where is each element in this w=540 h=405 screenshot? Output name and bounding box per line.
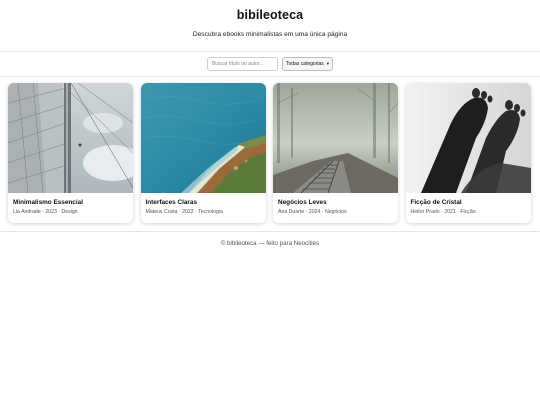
footer-text: © bibileoteca — feito para Neocities bbox=[220, 240, 320, 247]
book-grid: Minimalismo Essencial Lia Andrade · 2023… bbox=[8, 83, 532, 223]
category-select[interactable]: Todas categorias ▾ bbox=[281, 57, 334, 71]
book-meta: Heitor Prado · 2021 · Ficção bbox=[410, 209, 476, 215]
site-tagline: Descubra ebooks minimalistas em uma únic… bbox=[192, 31, 348, 38]
book-card-body: Ficção de Cristal Heitor Prado · 2021 · … bbox=[406, 193, 531, 215]
book-card[interactable]: Minimalismo Essencial Lia Andrade · 2023… bbox=[8, 83, 133, 223]
book-meta: Mateus Costa · 2022 · Tecnologia bbox=[145, 209, 223, 215]
category-select-value: Todas categorias bbox=[285, 61, 324, 67]
book-card-body: Minimalismo Essencial Lia Andrade · 2023… bbox=[8, 193, 133, 215]
book-card[interactable]: Ficção de Cristal Heitor Prado · 2021 · … bbox=[405, 83, 531, 223]
book-meta: Lia Andrade · 2023 · Design bbox=[13, 209, 78, 215]
site-header: bibileoteca Descubra ebooks minimalistas… bbox=[0, 0, 540, 52]
book-card[interactable]: Negócios Leves Ana Duarte · 2024 · Negóc… bbox=[273, 83, 398, 223]
chevron-down-icon: ▾ bbox=[326, 61, 330, 66]
book-cover-coast bbox=[140, 83, 266, 193]
book-title: Ficção de Cristal bbox=[410, 199, 462, 206]
search-input[interactable] bbox=[206, 57, 278, 71]
book-cover-feet bbox=[405, 83, 531, 193]
book-meta: Ana Duarte · 2024 · Negócios bbox=[278, 209, 347, 215]
book-title: Interfaces Claras bbox=[145, 199, 198, 206]
book-card[interactable]: Interfaces Claras Mateus Costa · 2022 · … bbox=[140, 83, 266, 223]
filter-bar: Todas categorias ▾ bbox=[0, 52, 540, 77]
book-card-body: Negócios Leves Ana Duarte · 2024 · Negóc… bbox=[273, 193, 398, 215]
book-title: Negócios Leves bbox=[278, 199, 327, 206]
book-card-body: Interfaces Claras Mateus Costa · 2022 · … bbox=[141, 193, 266, 215]
book-cover-sailboat bbox=[8, 83, 133, 193]
book-cover-railroad bbox=[273, 83, 398, 193]
site-footer: © bibileoteca — feito para Neocities bbox=[0, 231, 540, 247]
book-title: Minimalismo Essencial bbox=[13, 199, 83, 206]
site-title: bibileoteca bbox=[236, 8, 304, 22]
